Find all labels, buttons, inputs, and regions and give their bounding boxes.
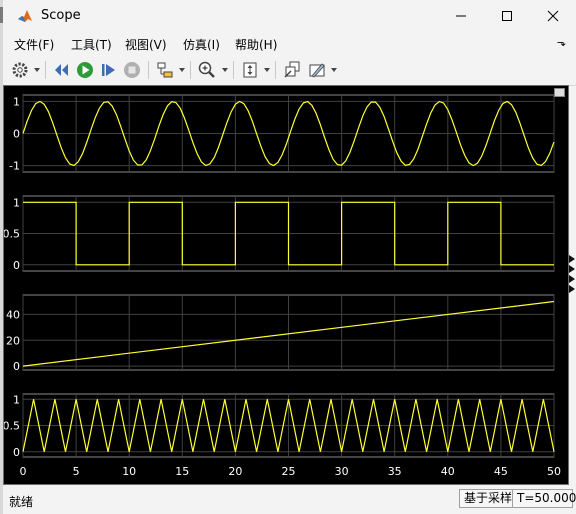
signal-selector-dropdown-icon[interactable] [179,68,185,72]
settings-dropdown-icon[interactable] [34,68,40,72]
side-port-arrows [569,255,576,295]
zoom-in-icon [198,61,215,78]
x-tick-label: 5 [73,465,80,478]
step-back-icon [55,64,68,76]
menu-view[interactable]: 视图(V) [125,36,167,53]
stop-icon [124,62,140,78]
step-back-button[interactable] [52,60,72,80]
x-tick-label: 50 [547,465,561,478]
status-bar: 就绪 基于采样 T=50.000 [3,485,576,514]
zoom-dropdown-icon[interactable] [222,68,228,72]
toolbar-separator [190,61,191,79]
toolbar-separator [233,61,234,79]
stop-button[interactable] [122,60,142,80]
side-arrow-icon [569,255,575,263]
scope-plot-area[interactable]: -1 0 1 0 0.5 1 0 20 40 0 0.5 1 0 5 10 15 20 25 30 35 40 45 50 [3,85,569,485]
toolbar [3,56,576,86]
restore-layout-icon [284,61,300,78]
close-button[interactable] [530,0,576,32]
y-tick-label: 1 [13,196,20,209]
y-tick-label: -1 [9,160,20,173]
matlab-logo-icon [18,10,32,22]
y-tick-label: 0.5 [4,228,20,241]
toolbar-separator [148,61,149,79]
menu-pin-icon[interactable]: ⬎ [557,36,566,49]
restore-layout-button[interactable] [282,60,302,80]
menu-tools[interactable]: 工具(T) [71,36,112,53]
side-arrow-icon [569,265,575,273]
x-tick-label: 35 [388,465,402,478]
x-tick-label: 15 [175,465,189,478]
status-time: T=50.000 [512,489,576,508]
maximize-button[interactable] [484,0,530,32]
highlight-dropdown-icon[interactable] [331,68,337,72]
window-title: Scope [41,8,81,23]
y-tick-label: 0 [13,259,20,272]
run-button[interactable] [75,60,95,80]
menu-help[interactable]: 帮助(H) [235,36,277,53]
menu-simulation[interactable]: 仿真(I) [183,36,220,53]
close-icon [547,10,559,22]
fit-axes-dropdown-icon[interactable] [264,68,270,72]
status-sample-mode: 基于采样 [459,489,518,508]
settings-icon [12,62,28,78]
x-tick-label: 45 [494,465,508,478]
maximize-icon [502,11,512,21]
x-tick-label: 0 [20,465,27,478]
signal-selector-icon [157,62,173,78]
minimize-button[interactable] [438,0,484,32]
minimize-icon [456,15,466,17]
title-bar: Scope [3,0,576,32]
y-tick-label: 40 [6,308,20,321]
step-forward-icon [102,64,115,76]
status-text: 就绪 [9,495,34,509]
y-tick-label: 0 [13,360,20,373]
x-tick-label: 10 [122,465,136,478]
settings-button[interactable] [10,60,30,80]
y-tick-label: 0 [13,128,20,141]
step-forward-button[interactable] [99,60,119,80]
fit-axes-icon [243,62,257,78]
y-tick-label: 1 [13,95,20,108]
fit-axes-button[interactable] [240,60,260,80]
menu-bar: 文件(F) 工具(T) 视图(V) 仿真(I) 帮助(H) ⬎ [3,32,576,56]
y-tick-label: 1 [13,393,20,406]
zoom-in-button[interactable] [197,60,217,80]
side-arrow-icon [569,285,575,293]
side-arrow-icon [569,275,575,283]
highlight-button[interactable] [307,60,327,80]
x-tick-label: 30 [335,465,349,478]
undock-icon[interactable] [554,88,565,97]
toolbar-separator [275,61,276,79]
y-tick-label: 0.5 [4,420,20,433]
run-icon [77,62,93,78]
signal-selector-button[interactable] [155,60,175,80]
highlight-icon [309,63,325,78]
scope-plots: -10100.510204000.510 5 10 15 20 25 30 35 40 45 50 [4,94,561,478]
toolbar-separator [45,61,46,79]
y-tick-label: 0 [13,446,20,459]
y-tick-label: 20 [6,334,20,347]
menu-file[interactable]: 文件(F) [14,36,54,53]
x-tick-label: 40 [441,465,455,478]
x-tick-label: 20 [228,465,242,478]
x-tick-label: 25 [282,465,296,478]
